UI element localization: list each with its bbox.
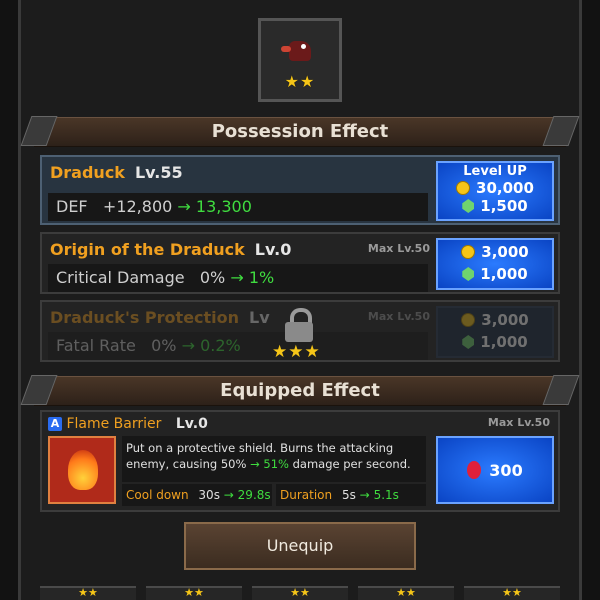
origin-upgrade-button[interactable]: 3,000 1,000 bbox=[436, 238, 554, 290]
skill-level: Lv.0 bbox=[175, 416, 208, 432]
protection-max-level: Max Lv.50 bbox=[367, 310, 430, 323]
gold-cost: 3,000 bbox=[481, 311, 529, 329]
gold-coin-icon bbox=[461, 245, 476, 259]
equipped-effect-header: Equipped Effect bbox=[20, 375, 580, 406]
protection-name: Draduck's Protection Lv bbox=[50, 308, 270, 327]
flame-barrier-icon bbox=[48, 436, 116, 504]
fatal-current: 0% bbox=[151, 336, 177, 355]
skill-grade-badge: A bbox=[48, 417, 62, 431]
description-line2-b: 51% bbox=[263, 457, 289, 471]
critical-damage-label: Critical Damage bbox=[56, 268, 185, 287]
portrait-stars: ★★ bbox=[284, 72, 316, 91]
gold-cost: 3,000 bbox=[481, 243, 529, 261]
def-label: DEF bbox=[56, 197, 88, 216]
description-line2-a: enemy, causing 50% bbox=[126, 457, 247, 471]
description-line1: Put on a protective shield. Burns the at… bbox=[126, 441, 394, 455]
skill-max-level: Max Lv.50 bbox=[487, 416, 550, 429]
duration-next: 5.1s bbox=[373, 488, 399, 502]
cooldown-current: 30s bbox=[198, 488, 220, 502]
skill-upgrade-button[interactable]: 300 bbox=[436, 436, 554, 504]
gold-coin-icon bbox=[461, 313, 476, 327]
cooldown-next: 29.8s bbox=[237, 488, 271, 502]
ruby-cost: 300 bbox=[489, 460, 523, 480]
origin-name: Origin of the Draduck Lv.0 bbox=[50, 240, 292, 259]
green-gem-icon bbox=[462, 335, 475, 349]
pet-portrait[interactable]: ★★ bbox=[258, 18, 342, 102]
gem-cost: 1,500 bbox=[480, 197, 528, 215]
duration-label: Duration bbox=[280, 488, 333, 502]
gem-cost: 1,000 bbox=[480, 333, 528, 351]
protection-upgrade-button: 3,000 1,000 bbox=[436, 306, 554, 358]
lock-icon bbox=[285, 308, 313, 342]
def-current: +12,800 bbox=[102, 197, 173, 216]
skill-title: A Flame Barrier Lv.0 bbox=[48, 416, 208, 432]
pet-slot-tabs: ★★ ★★ ★★ ★★ ★★ bbox=[40, 586, 560, 600]
origin-card: Origin of the Draduck Lv.0 Max Lv.50 Crit… bbox=[40, 232, 560, 294]
skill-description: Put on a protective shield. Burns the at… bbox=[122, 436, 426, 482]
origin-level: Lv.0 bbox=[254, 240, 292, 259]
equipped-effect-title: Equipped Effect bbox=[220, 380, 380, 401]
draduck-level: Lv.55 bbox=[134, 163, 183, 182]
fatal-rate-label: Fatal Rate bbox=[56, 336, 136, 355]
cooldown-label: Cool down bbox=[126, 488, 189, 502]
protection-stat: Fatal Rate 0% → 0.2% bbox=[48, 332, 428, 360]
cooldown-stat: Cool down 30s → 29.8s bbox=[122, 484, 272, 506]
unlock-requirement-stars: ★★★ bbox=[272, 342, 321, 362]
critical-current: 0% bbox=[199, 268, 226, 287]
duration-current: 5s bbox=[341, 488, 356, 502]
duration-stat: Duration 5s → 5.1s bbox=[276, 484, 426, 506]
draduck-name: Draduck Lv.55 bbox=[50, 163, 183, 182]
equipped-skill-card: A Flame Barrier Lv.0 Max Lv.50 Put on a … bbox=[40, 410, 560, 512]
green-gem-icon bbox=[462, 267, 475, 281]
arrow-icon: → bbox=[250, 457, 260, 471]
gold-cost: 30,000 bbox=[476, 179, 534, 197]
skill-name: Flame Barrier bbox=[66, 416, 162, 432]
origin-max-level: Max Lv.50 bbox=[367, 242, 430, 255]
level-up-button[interactable]: Level UP 30,000 1,500 bbox=[436, 161, 554, 221]
draduck-sprite bbox=[281, 41, 311, 61]
gem-cost: 1,000 bbox=[480, 265, 528, 283]
origin-stat: Critical Damage 0% → 1% bbox=[48, 264, 428, 292]
arrow-icon: → bbox=[181, 336, 195, 355]
critical-next: 1% bbox=[248, 268, 275, 287]
arrow-icon: → bbox=[230, 268, 244, 287]
draduck-level-card: Draduck Lv.55 DEF +12,800 → 13,300 Level … bbox=[40, 155, 560, 225]
green-gem-icon bbox=[462, 199, 475, 213]
arrow-icon: → bbox=[177, 197, 191, 216]
level-up-label: Level UP bbox=[463, 164, 527, 179]
pet-slot-tab[interactable]: ★★ bbox=[146, 586, 242, 600]
arrow-icon: → bbox=[359, 488, 370, 502]
def-next: 13,300 bbox=[195, 197, 252, 216]
unequip-button[interactable]: Unequip bbox=[184, 522, 416, 570]
gold-coin-icon bbox=[456, 181, 471, 195]
ruby-icon bbox=[467, 461, 482, 479]
possession-effect-title: Possession Effect bbox=[211, 121, 389, 142]
pet-slot-tab[interactable]: ★★ bbox=[40, 586, 136, 600]
description-line2-c: damage per second. bbox=[292, 457, 411, 471]
pet-slot-tab[interactable]: ★★ bbox=[464, 586, 560, 600]
pet-slot-tab[interactable]: ★★ bbox=[252, 586, 348, 600]
fatal-next: 0.2% bbox=[200, 336, 241, 355]
arrow-icon: → bbox=[223, 488, 234, 502]
possession-effect-header: Possession Effect bbox=[20, 116, 580, 147]
pet-slot-tab[interactable]: ★★ bbox=[358, 586, 454, 600]
draduck-def-stat: DEF +12,800 → 13,300 bbox=[48, 193, 428, 221]
draduck-eye bbox=[301, 44, 306, 49]
protection-level: Lv bbox=[249, 308, 270, 327]
